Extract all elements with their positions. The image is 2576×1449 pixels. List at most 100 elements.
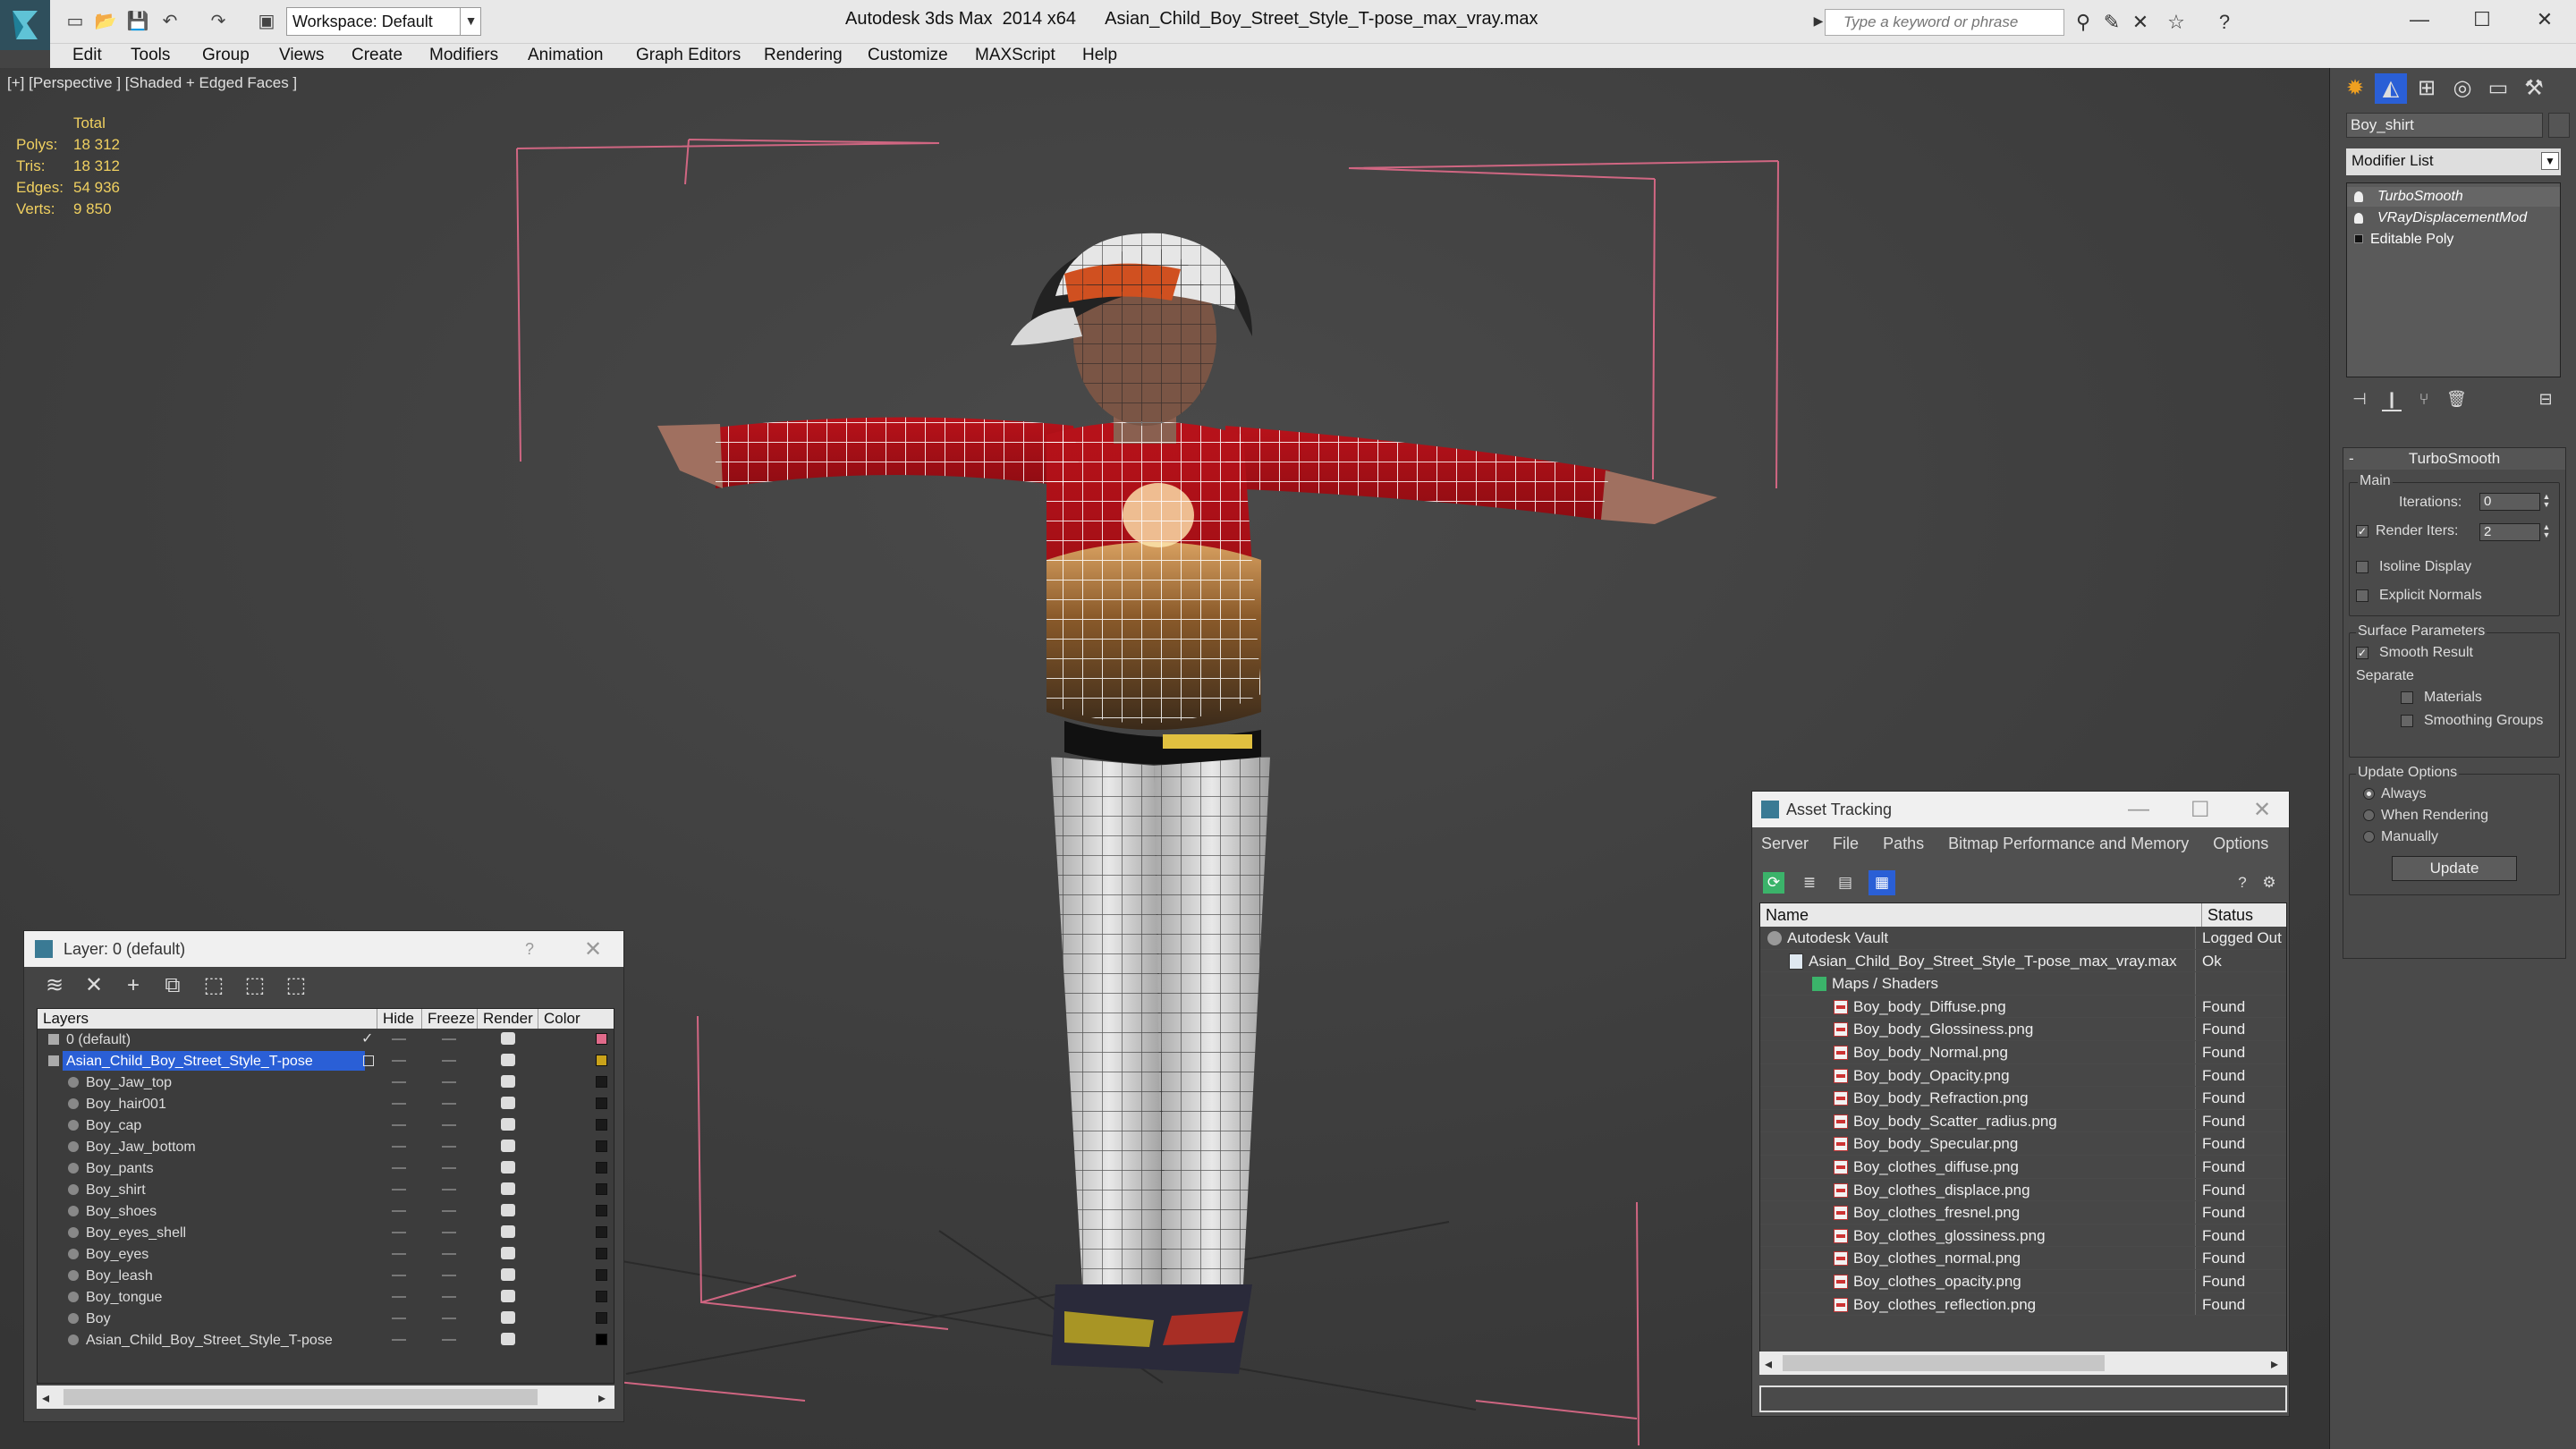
minimize-window-button[interactable]: — xyxy=(2388,0,2451,39)
hide-toggle[interactable] xyxy=(392,1038,406,1040)
asset-menu-server[interactable]: Server xyxy=(1761,835,1809,852)
freeze-toggle[interactable] xyxy=(442,1124,456,1126)
freeze-toggle[interactable] xyxy=(442,1210,456,1212)
search-input[interactable] xyxy=(1826,10,2063,35)
layer-row[interactable]: Boy_hair001 xyxy=(38,1093,614,1114)
freeze-toggle[interactable] xyxy=(442,1038,456,1040)
pin-stack-icon[interactable]: ⊣ xyxy=(2350,390,2369,411)
add-layer-icon[interactable]: + xyxy=(121,974,146,999)
asset-menu-file[interactable]: File xyxy=(1833,835,1859,852)
asset-row[interactable]: Boy_body_Specular.png Found xyxy=(1760,1132,2286,1156)
motion-tab-icon[interactable]: ◎ xyxy=(2446,73,2479,104)
layer-color-swatch[interactable] xyxy=(596,1033,607,1045)
create-tab-icon[interactable]: ✹ xyxy=(2339,73,2371,104)
layer-row[interactable]: Boy_pants xyxy=(38,1157,614,1179)
render-teapot-icon[interactable] xyxy=(501,1268,515,1281)
asset-row[interactable]: Boy_clothes_displace.png Found xyxy=(1760,1178,2286,1202)
menu-maxscript[interactable]: MAXScript xyxy=(975,46,1055,65)
subscription-icon[interactable]: ✎ xyxy=(2100,11,2123,34)
modify-tab-icon[interactable]: ◭ xyxy=(2375,73,2407,104)
when-rendering-radio[interactable] xyxy=(2363,809,2375,821)
remove-modifier-icon[interactable]: 🗑 xyxy=(2446,390,2467,411)
layer-color-swatch[interactable] xyxy=(596,1312,607,1324)
layer-color-swatch[interactable] xyxy=(596,1119,607,1131)
asset-row[interactable]: Boy_clothes_diffuse.png Found xyxy=(1760,1156,2286,1179)
layer-row[interactable]: Boy_cap xyxy=(38,1114,614,1136)
minimize-icon[interactable]: — xyxy=(2128,797,2149,822)
asset-row[interactable]: Boy_body_Opacity.png Found xyxy=(1760,1063,2286,1088)
asset-row[interactable]: Asian_Child_Boy_Street_Style_T-pose_max_… xyxy=(1760,949,2286,973)
hide-toggle[interactable] xyxy=(392,1318,406,1319)
hide-toggle[interactable] xyxy=(392,1253,406,1255)
help-icon[interactable]: ? xyxy=(2213,11,2236,34)
hide-toggle[interactable] xyxy=(392,1296,406,1298)
asset-row[interactable]: Boy_clothes_normal.png Found xyxy=(1760,1247,2286,1270)
asset-horizontal-scrollbar[interactable]: ◂ ▸ xyxy=(1759,1352,2287,1375)
layer-color-swatch[interactable] xyxy=(596,1226,607,1238)
layer-row[interactable]: Boy_tongue xyxy=(38,1286,614,1308)
asset-row[interactable]: Boy_body_Refraction.png Found xyxy=(1760,1087,2286,1110)
hide-toggle[interactable] xyxy=(392,1339,406,1341)
menu-group[interactable]: Group xyxy=(202,46,250,65)
freeze-toggle[interactable] xyxy=(442,1339,456,1341)
layer-row[interactable]: Boy_shoes xyxy=(38,1200,614,1222)
close-icon[interactable]: ✕ xyxy=(2253,797,2271,823)
layer-color-swatch[interactable] xyxy=(596,1076,607,1088)
render-teapot-icon[interactable] xyxy=(501,1333,515,1345)
new-file-icon[interactable]: ▭ xyxy=(63,9,88,34)
redo-icon[interactable]: ↷ xyxy=(206,9,231,34)
column-header-hide[interactable]: Hide xyxy=(377,1009,422,1029)
layer-row[interactable]: 0 (default) ✓ xyxy=(38,1029,614,1050)
configure-sets-icon[interactable]: ⊟ xyxy=(2536,390,2555,411)
render-iters-checkbox[interactable]: ✓ xyxy=(2356,525,2368,538)
hide-toggle[interactable] xyxy=(392,1275,406,1276)
layer-properties-icon[interactable]: ≋ xyxy=(42,974,67,999)
layer-row[interactable]: Boy_Jaw_bottom xyxy=(38,1136,614,1157)
always-radio[interactable] xyxy=(2363,788,2375,800)
freeze-toggle[interactable] xyxy=(442,1060,456,1062)
select-objects-icon[interactable]: ⬚ xyxy=(201,974,226,999)
layer-row[interactable]: Boy_leash xyxy=(38,1265,614,1286)
manually-radio[interactable] xyxy=(2363,831,2375,843)
chevron-down-icon[interactable]: ▼ xyxy=(460,7,481,36)
search-field[interactable] xyxy=(1825,9,2064,36)
layer-row[interactable]: Asian_Child_Boy_Street_Style_T-pose xyxy=(38,1329,614,1351)
asset-menu-options[interactable]: Options xyxy=(2213,835,2268,852)
update-button[interactable]: Update xyxy=(2392,856,2517,881)
hierarchy-tab-icon[interactable]: ⊞ xyxy=(2411,73,2443,104)
freeze-toggle[interactable] xyxy=(442,1167,456,1169)
add-selected-icon[interactable]: ⧉ xyxy=(160,974,185,999)
layer-color-swatch[interactable] xyxy=(596,1183,607,1195)
detail-view-icon[interactable]: ▤ xyxy=(1835,872,1856,894)
menu-animation[interactable]: Animation xyxy=(528,46,604,65)
isoline-display-checkbox[interactable] xyxy=(2356,561,2368,573)
save-file-icon[interactable]: 💾 xyxy=(125,9,150,34)
hide-toggle[interactable] xyxy=(392,1167,406,1169)
layer-row[interactable]: Boy_eyes_shell xyxy=(38,1222,614,1243)
binoculars-icon[interactable]: ⚲ xyxy=(2072,11,2095,34)
hide-toggle[interactable] xyxy=(392,1060,406,1062)
hide-toggle[interactable] xyxy=(392,1232,406,1233)
menu-modifiers[interactable]: Modifiers xyxy=(429,46,498,65)
table-view-icon[interactable]: ▦ xyxy=(1868,870,1895,895)
stack-item-turbosmooth[interactable]: TurboSmooth xyxy=(2347,187,2560,207)
iterations-spinner[interactable]: 0 xyxy=(2479,493,2540,511)
layer-color-swatch[interactable] xyxy=(596,1334,607,1345)
menu-customize[interactable]: Customize xyxy=(868,46,948,65)
column-header-layers[interactable]: Layers xyxy=(38,1009,377,1029)
set-active-box-icon[interactable] xyxy=(363,1055,374,1066)
freeze-toggle[interactable] xyxy=(442,1296,456,1298)
asset-row[interactable]: Boy_body_Diffuse.png Found xyxy=(1760,995,2286,1019)
column-header-color[interactable]: Color xyxy=(538,1009,614,1029)
turbosmooth-rollout-header[interactable]: - TurboSmooth xyxy=(2343,448,2565,470)
materials-checkbox[interactable] xyxy=(2401,691,2413,704)
freeze-toggle[interactable] xyxy=(442,1103,456,1105)
stack-item-vraydisplacement[interactable]: VRayDisplacementMod xyxy=(2347,208,2560,228)
render-teapot-icon[interactable] xyxy=(501,1097,515,1109)
stack-item-editable-poly[interactable]: Editable Poly xyxy=(2347,230,2560,250)
hide-toggle[interactable] xyxy=(392,1124,406,1126)
asset-row[interactable]: Boy_clothes_fresnel.png Found xyxy=(1760,1201,2286,1224)
workspace-dropdown[interactable]: Workspace: Default xyxy=(286,7,481,36)
menu-edit[interactable]: Edit xyxy=(72,46,102,65)
asset-row[interactable]: Boy_body_Normal.png Found xyxy=(1760,1041,2286,1064)
